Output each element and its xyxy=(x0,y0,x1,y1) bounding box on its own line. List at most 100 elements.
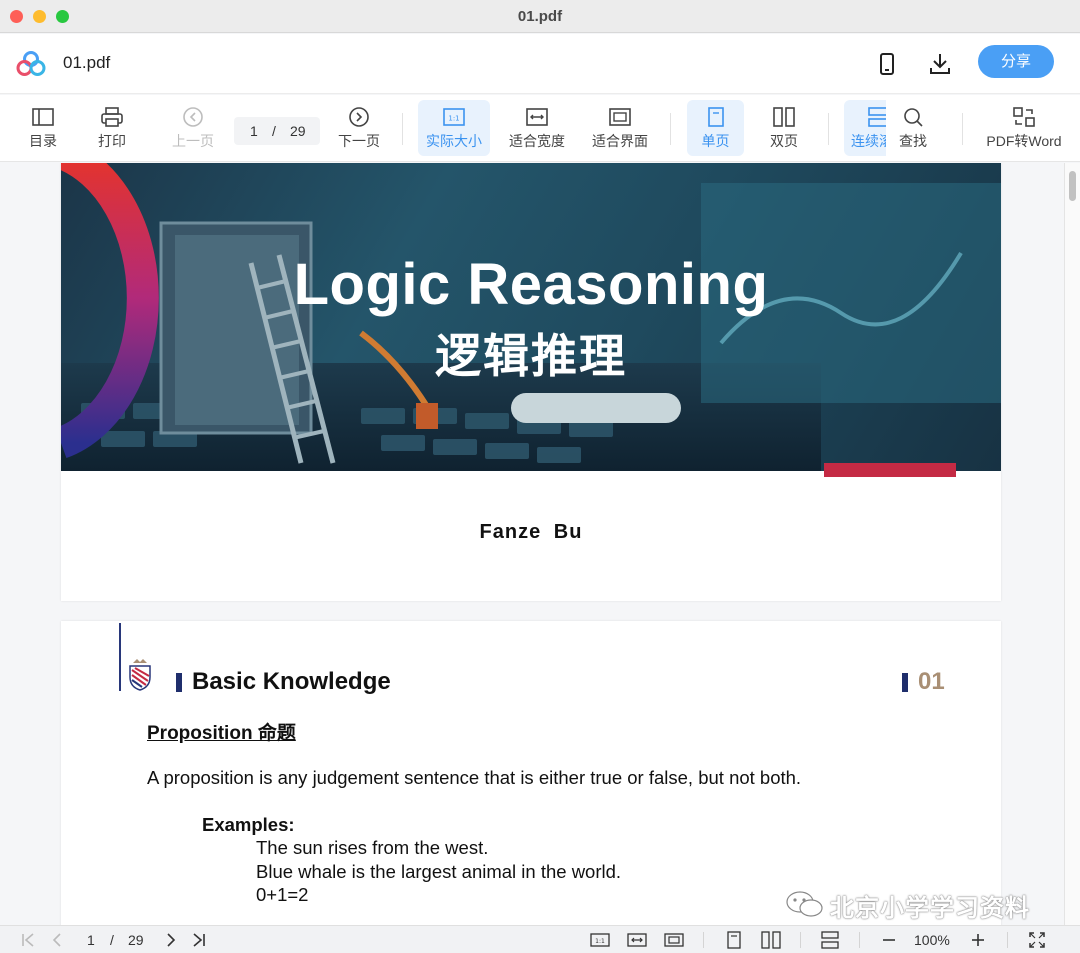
double-page-button[interactable]: 双页 xyxy=(758,100,810,156)
heading-marker xyxy=(176,673,182,692)
section-heading: Basic Knowledge xyxy=(192,668,391,695)
toolbar-divider xyxy=(402,113,403,145)
double-page-small-icon[interactable] xyxy=(761,930,781,950)
examples-label: Examples: xyxy=(202,814,295,835)
single-page-button[interactable]: 单页 xyxy=(687,100,744,156)
fullscreen-icon[interactable] xyxy=(1028,930,1046,950)
find-label: 查找 xyxy=(899,133,927,149)
status-divider xyxy=(800,932,801,948)
wechat-icon xyxy=(786,891,823,917)
next-page-label: 下一页 xyxy=(338,133,380,149)
author-name: Fanze Bu xyxy=(479,521,583,543)
download-icon[interactable] xyxy=(926,50,954,78)
print-button[interactable]: 打印 xyxy=(87,100,137,156)
page-separator: / xyxy=(272,123,276,139)
fit-width-small-icon[interactable] xyxy=(627,930,647,950)
app-header: 01.pdf 分享 xyxy=(0,34,1080,94)
fit-width-icon xyxy=(526,108,548,126)
fit-page-icon xyxy=(609,108,631,126)
continuous-scroll-label: 连续滚 xyxy=(851,133,886,149)
sidebar-icon xyxy=(32,108,54,126)
pdf-to-word-button[interactable]: PDF转Word xyxy=(982,100,1066,156)
single-page-small-icon[interactable] xyxy=(724,930,744,950)
status-page-separator: / xyxy=(110,932,114,948)
chevron-right-circle-icon xyxy=(349,107,369,127)
cover-subtitle: 逻辑推理 xyxy=(435,330,627,382)
prev-page-icon[interactable] xyxy=(50,930,64,950)
status-divider xyxy=(859,932,860,948)
first-page-icon[interactable] xyxy=(20,930,36,950)
actual-size-button[interactable]: 1:1 实际大小 xyxy=(418,100,490,156)
title-bar: 01.pdf xyxy=(0,0,1080,33)
status-bar: 1 / 29 1:1 100% xyxy=(0,925,1080,953)
watermark-text: 北京小学学习资料 xyxy=(830,895,1030,922)
status-page-current[interactable]: 1 xyxy=(87,932,95,948)
example-line: 0+1=2 xyxy=(256,884,309,905)
continuous-small-icon[interactable] xyxy=(820,930,840,950)
next-page-button[interactable]: 下一页 xyxy=(334,100,384,156)
actual-size-label: 实际大小 xyxy=(426,133,482,149)
zoom-out-icon[interactable] xyxy=(881,930,897,950)
toolbar-divider xyxy=(670,113,671,145)
prev-page-label: 上一页 xyxy=(172,133,214,149)
zoom-in-icon[interactable] xyxy=(970,930,986,950)
number-marker xyxy=(902,673,908,692)
page-number-input[interactable]: 1 / 29 xyxy=(234,117,320,145)
single-page-label: 单页 xyxy=(701,133,730,149)
last-page-icon[interactable] xyxy=(191,930,207,950)
example-line: The sun rises from the west. xyxy=(256,837,489,858)
app-window: 01.pdf 01.pdf 分享 目录 打印 上一页 1 / 29 下一页 1:… xyxy=(0,0,1080,953)
subheading: Proposition 命题 xyxy=(147,723,296,744)
double-page-label: 双页 xyxy=(770,133,798,149)
share-button[interactable]: 分享 xyxy=(978,45,1054,78)
continuous-scroll-icon xyxy=(868,107,886,127)
margin-rule xyxy=(119,623,121,691)
window-title: 01.pdf xyxy=(517,8,563,25)
svg-text:1:1: 1:1 xyxy=(595,938,605,945)
zoom-level[interactable]: 100% xyxy=(914,932,950,948)
page-total: 29 xyxy=(290,123,306,139)
status-divider xyxy=(703,932,704,948)
status-divider xyxy=(1007,932,1008,948)
accent-bar xyxy=(824,463,956,477)
search-icon xyxy=(904,108,923,127)
print-label: 打印 xyxy=(98,133,126,149)
toolbar-divider xyxy=(962,113,963,145)
next-page-icon[interactable] xyxy=(164,930,178,950)
toolbar-divider xyxy=(828,113,829,145)
fit-width-label: 适合宽度 xyxy=(509,133,565,149)
vertical-scrollbar[interactable] xyxy=(1064,163,1080,925)
pdf-page-2: Basic Knowledge 01 Proposition 命题 A prop… xyxy=(61,621,1001,925)
actual-size-small-icon[interactable]: 1:1 xyxy=(590,930,610,950)
scroll-thumb[interactable] xyxy=(1069,171,1076,201)
pdf-to-word-label: PDF转Word xyxy=(986,133,1062,149)
actual-size-icon: 1:1 xyxy=(443,108,465,126)
app-logo-icon xyxy=(16,51,46,76)
crest-icon xyxy=(129,659,151,691)
file-name: 01.pdf xyxy=(63,53,111,72)
example-line: Blue whale is the largest animal in the … xyxy=(256,861,622,882)
double-page-icon xyxy=(773,107,795,127)
page-current: 1 xyxy=(250,123,258,139)
svg-text:1:1: 1:1 xyxy=(448,115,459,123)
mobile-icon[interactable] xyxy=(873,50,901,78)
document-viewport[interactable]: Logic Reasoning 逻辑推理 Fanze Bu Basic Know… xyxy=(0,163,1064,925)
convert-icon xyxy=(1013,107,1035,127)
find-button[interactable]: 查找 xyxy=(889,100,937,156)
fit-width-button[interactable]: 适合宽度 xyxy=(505,100,569,156)
fit-page-button[interactable]: 适合界面 xyxy=(588,100,652,156)
toc-button[interactable]: 目录 xyxy=(18,100,68,156)
printer-icon xyxy=(101,107,123,127)
section-number: 01 xyxy=(918,668,945,695)
prev-page-button[interactable]: 上一页 xyxy=(168,100,218,156)
cover-title: Logic Reasoning xyxy=(293,252,769,317)
status-page-total: 29 xyxy=(128,932,144,948)
definition-text: A proposition is any judgement sentence … xyxy=(147,767,802,788)
cover-image: Logic Reasoning 逻辑推理 xyxy=(61,163,1001,471)
fit-page-small-icon[interactable] xyxy=(664,930,684,950)
toc-label: 目录 xyxy=(29,133,57,149)
pdf-page-1: Logic Reasoning 逻辑推理 Fanze Bu xyxy=(61,163,1001,601)
continuous-scroll-button[interactable]: 连续滚 xyxy=(844,100,886,156)
fit-page-label: 适合界面 xyxy=(592,133,648,149)
toolbar: 目录 打印 上一页 1 / 29 下一页 1:1 实际大小 适合宽度 适合界面 … xyxy=(0,95,1080,162)
